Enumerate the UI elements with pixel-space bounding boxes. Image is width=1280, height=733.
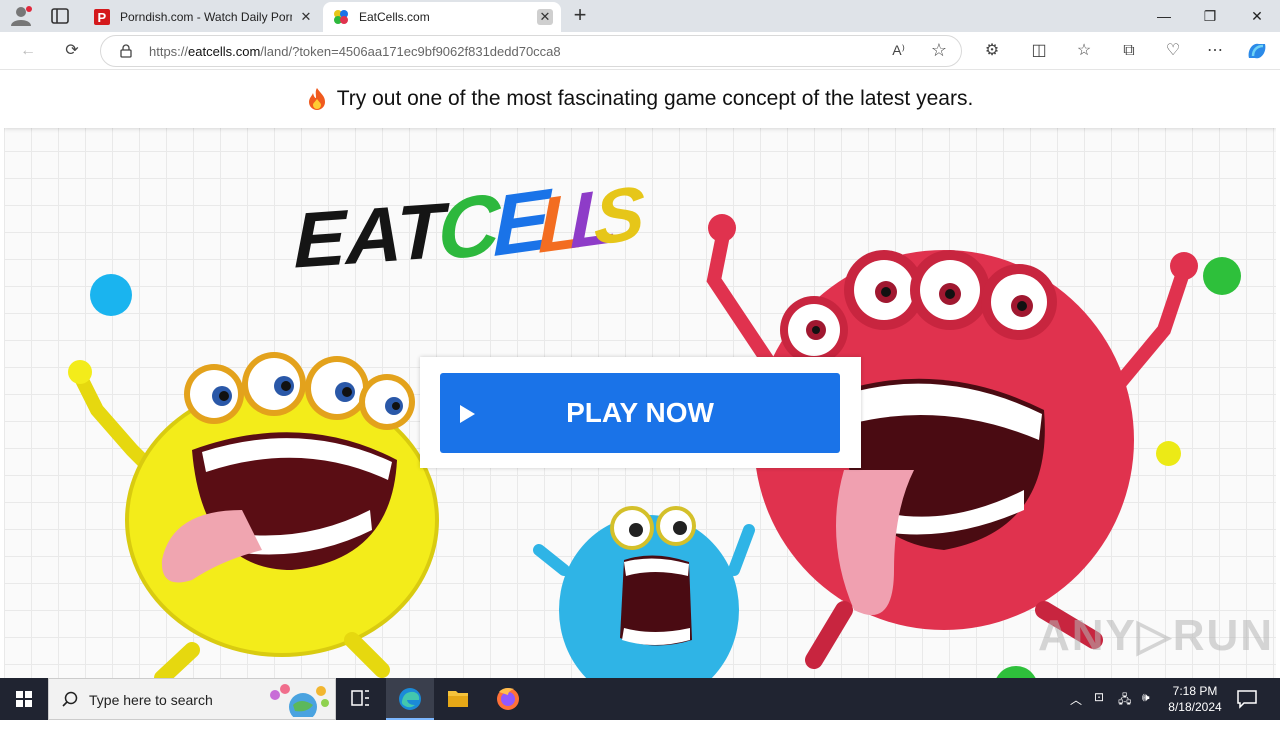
favorite-star-icon[interactable]: ☆ xyxy=(931,40,947,61)
play-icon xyxy=(460,405,475,423)
anyrun-watermark: ANY▷RUN xyxy=(1038,611,1275,660)
eat-cells-logo: EAT C E L L S xyxy=(294,170,645,280)
back-icon[interactable]: ← xyxy=(14,38,42,64)
tab-title: Porndish.com - Watch Daily Porn xyxy=(120,10,292,24)
task-view-icon[interactable] xyxy=(336,678,384,720)
read-aloud-icon[interactable]: A⁾ xyxy=(892,42,905,59)
volume-icon[interactable]: 🕪 xyxy=(1142,690,1160,732)
porndish-favicon-icon: P xyxy=(94,9,110,25)
play-now-button[interactable]: PLAY NOW xyxy=(440,373,840,453)
firefox-icon[interactable] xyxy=(484,678,532,720)
web-page: Try out one of the most fascinating game… xyxy=(4,70,1276,678)
url-scheme: https:// xyxy=(149,44,189,59)
fire-icon xyxy=(308,88,325,110)
lock-icon[interactable] xyxy=(119,44,133,58)
edge-icon xyxy=(399,688,421,710)
clock-date: 8/18/2024 xyxy=(1168,700,1222,714)
search-placeholder: Type here to search xyxy=(89,692,213,708)
network-icon[interactable]: 🖧 xyxy=(1118,690,1136,732)
browser-essentials-icon[interactable]: ♡ xyxy=(1159,38,1187,64)
close-tab-icon[interactable]: ✕ xyxy=(537,9,553,25)
tab-strip: P Porndish.com - Watch Daily Porn ✕ EatC… xyxy=(0,0,1280,32)
more-menu-icon[interactable]: ⋯ xyxy=(1201,38,1229,64)
url-text[interactable]: https://eatcells.com/land/?token=4506aa1… xyxy=(149,44,561,59)
close-tab-icon[interactable]: ✕ xyxy=(298,9,314,25)
tray-overflow-icon[interactable]: ︿ xyxy=(1070,691,1086,733)
taskbar-edge[interactable] xyxy=(386,678,434,720)
eatcells-favicon-icon xyxy=(334,10,348,24)
url-host: eatcells.com xyxy=(188,44,261,59)
green-cell-dot xyxy=(1203,257,1241,295)
tab-porndish[interactable]: P Porndish.com - Watch Daily Porn ✕ xyxy=(84,2,322,32)
blue-cell-dot xyxy=(90,274,132,316)
restore-button[interactable]: ❐ xyxy=(1187,0,1233,32)
search-icon xyxy=(62,691,78,707)
clock-time: 7:18 PM xyxy=(1172,684,1218,698)
minimize-button[interactable]: — xyxy=(1141,0,1187,32)
address-bar[interactable]: https://eatcells.com/land/?token=4506aa1… xyxy=(100,35,962,67)
url-path: /land/?token=4506aa171ec9bf9062f831dedd7… xyxy=(260,44,561,59)
windows-start-icon[interactable] xyxy=(0,678,48,720)
yellow-monster-illustration xyxy=(68,352,439,678)
refresh-icon[interactable]: ⟳ xyxy=(58,38,86,64)
logo-letter: S xyxy=(594,170,645,262)
play-now-label: PLAY NOW xyxy=(566,397,714,428)
tab-title: EatCells.com xyxy=(359,10,430,24)
meet-now-icon[interactable]: ⊡ xyxy=(1094,690,1112,732)
extensions-icon[interactable]: ⚙ xyxy=(978,38,1006,64)
collections-icon[interactable]: ⧉ xyxy=(1115,38,1143,64)
tab-actions-icon[interactable] xyxy=(50,7,70,25)
search-highlight-icon xyxy=(270,684,329,717)
windows-taskbar: Type here to search ︿ ⊡ 🖧 🕪 7:18 PM 8/18… xyxy=(0,678,1280,720)
banner-text: Try out one of the most fascinating game… xyxy=(336,87,974,110)
split-screen-icon[interactable]: ◫ xyxy=(1025,38,1053,64)
taskbar-search-box[interactable]: Type here to search xyxy=(48,678,336,720)
play-now-card: PLAY NOW xyxy=(420,357,861,468)
profile-icon[interactable] xyxy=(10,6,32,26)
tab-eatcells[interactable]: EatCells.com ✕ xyxy=(323,2,561,32)
logo-word-eat: EAT xyxy=(294,186,450,280)
new-tab-button[interactable]: + xyxy=(568,4,592,28)
promo-banner: Try out one of the most fascinating game… xyxy=(4,70,1276,128)
favorites-icon[interactable]: ☆ xyxy=(1070,38,1098,64)
notification-center-icon[interactable] xyxy=(1236,689,1258,709)
browser-toolbar: ← ⟳ https://eatcells.com/land/?token=450… xyxy=(0,32,1280,70)
taskbar-clock[interactable]: 7:18 PM 8/18/2024 xyxy=(1160,683,1230,715)
svg-text:P: P xyxy=(98,10,107,25)
close-window-button[interactable]: ✕ xyxy=(1234,0,1280,32)
copilot-icon[interactable] xyxy=(1245,40,1269,62)
file-explorer-icon[interactable] xyxy=(434,678,482,720)
